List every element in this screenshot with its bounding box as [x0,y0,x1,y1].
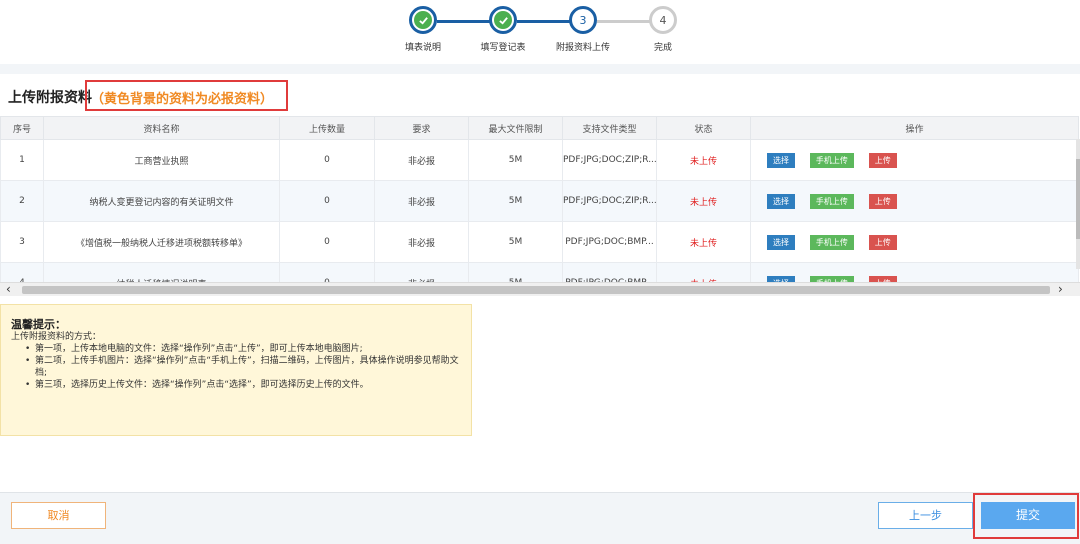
cell-types: PDF;JPG;DOC;BMP... [562,221,657,263]
check-icon [494,11,512,29]
mobile-upload-button[interactable]: 手机上传 [809,152,854,168]
scrollbar-thumb[interactable] [1076,159,1080,239]
cell-name: 工商营业执照 [43,139,280,181]
select-button[interactable]: 选择 [767,193,795,209]
submit-button[interactable]: 提交 [981,502,1075,529]
tips-item: 第一项，上传本地电脑的文件：选择“操作列”点击“上传”，即可上传本地电脑图片; [25,343,461,355]
step-label: 完成 [653,43,672,53]
step-2-circle [489,6,517,34]
mobile-upload-button[interactable]: 手机上传 [809,193,854,209]
step-fill-instructions: 填表说明 [383,6,463,53]
step-upload-attachments: 3 附报资料上传 [543,6,623,53]
scrollbar-thumb[interactable] [22,286,1050,294]
step-4-circle: 4 [649,6,677,34]
table-vertical-scrollbar[interactable] [1076,139,1080,269]
cell-actions: 选择 手机上传 上传 [750,139,1079,181]
cell-max-size: 5M [468,180,563,222]
table-row: 2 纳税人变更登记内容的有关证明文件 0 非必报 5M PDF;JPG;DOC;… [0,180,1079,222]
col-requirement: 要求 [374,116,469,140]
step-label: 填写登记表 [480,43,526,53]
scroll-left-icon[interactable]: ‹ [6,282,11,296]
col-name: 资料名称 [43,116,280,140]
select-button[interactable]: 选择 [767,152,795,168]
col-index: 序号 [0,116,44,140]
step-1-circle [409,6,437,34]
attachments-table: 序号 资料名称 上传数量 要求 最大文件限制 支持文件类型 状态 操作 1 工商… [0,116,1080,296]
step-label: 填表说明 [404,43,441,53]
required-note: （黄色背景的资料为必报资料） [85,80,288,111]
step-3-circle: 3 [569,6,597,34]
cell-requirement: 非必报 [374,139,469,181]
cell-requirement: 非必报 [374,221,469,263]
col-status: 状态 [656,116,751,140]
cell-index: 2 [0,180,44,222]
cell-max-size: 5M [468,139,563,181]
col-max-size: 最大文件限制 [468,116,563,140]
check-icon [414,11,432,29]
upload-button[interactable]: 上传 [868,152,897,168]
col-count: 上传数量 [279,116,375,140]
tips-box: 温馨提示： 上传附报资料的方式： 第一项，上传本地电脑的文件：选择“操作列”点击… [0,304,472,436]
col-types: 支持文件类型 [562,116,657,140]
step-label: 附报资料上传 [555,43,610,53]
cell-types: PDF;JPG;DOC;ZIP;R... [562,139,657,181]
cancel-button[interactable]: 取消 [11,502,106,529]
cell-status: 未上传 [656,139,751,181]
table-row: 1 工商营业执照 0 非必报 5M PDF;JPG;DOC;ZIP;R... 未… [0,139,1079,181]
cell-max-size: 5M [468,221,563,263]
cell-name: 《增值税一般纳税人迁移进项税额转移单》 [43,221,280,263]
table-header-row: 序号 资料名称 上传数量 要求 最大文件限制 支持文件类型 状态 操作 [0,116,1079,140]
cell-count: 0 [279,139,375,181]
cell-status: 未上传 [656,221,751,263]
tips-area: 温馨提示： 上传附报资料的方式： 第一项，上传本地电脑的文件：选择“操作列”点击… [0,296,1080,492]
tips-intro: 上传附报资料的方式： [11,332,102,342]
tips-title: 温馨提示： [11,318,66,331]
mobile-upload-button[interactable]: 手机上传 [809,234,854,250]
cell-count: 0 [279,180,375,222]
upload-button[interactable]: 上传 [868,193,897,209]
table-row: 3 《增值税一般纳税人迁移进项税额转移单》 0 非必报 5M PDF;JPG;D… [0,221,1079,263]
tips-item: 第三项，选择历史上传文件：选择“操作列”点击“选择”，即可选择历史上传的文件。 [25,379,461,391]
tips-item: 第二项，上传手机图片：选择“操作列”点击“手机上传”，扫描二维码，上传图片，具体… [25,355,461,379]
section-header: 上传附报资料 （黄色背景的资料为必报资料） [0,74,1080,116]
cell-actions: 选择 手机上传 上传 [750,221,1079,263]
cell-actions: 选择 手机上传 上传 [750,180,1079,222]
upload-button[interactable]: 上传 [868,234,897,250]
footer-bar: 取消 上一步 提交 [0,492,1080,544]
table-horizontal-scrollbar[interactable]: ‹ › [0,282,1080,296]
tips-list: 第一项，上传本地电脑的文件：选择“操作列”点击“上传”，即可上传本地电脑图片; … [11,343,461,391]
select-button[interactable]: 选择 [767,234,795,250]
previous-step-button[interactable]: 上一步 [878,502,973,529]
cell-index: 3 [0,221,44,263]
step-fill-form: 填写登记表 [463,6,543,53]
page-title: 上传附报资料 [8,90,92,106]
cell-status: 未上传 [656,180,751,222]
cell-count: 0 [279,221,375,263]
col-actions: 操作 [750,116,1079,140]
cell-name: 纳税人变更登记内容的有关证明文件 [43,180,280,222]
progress-stepper: 填表说明 填写登记表 3 附报资料上传 4 完成 [0,0,1080,64]
scroll-right-icon[interactable]: › [1058,282,1063,296]
step-complete: 4 完成 [623,6,703,53]
cell-requirement: 非必报 [374,180,469,222]
cell-index: 1 [0,139,44,181]
cell-types: PDF;JPG;DOC;ZIP;R... [562,180,657,222]
